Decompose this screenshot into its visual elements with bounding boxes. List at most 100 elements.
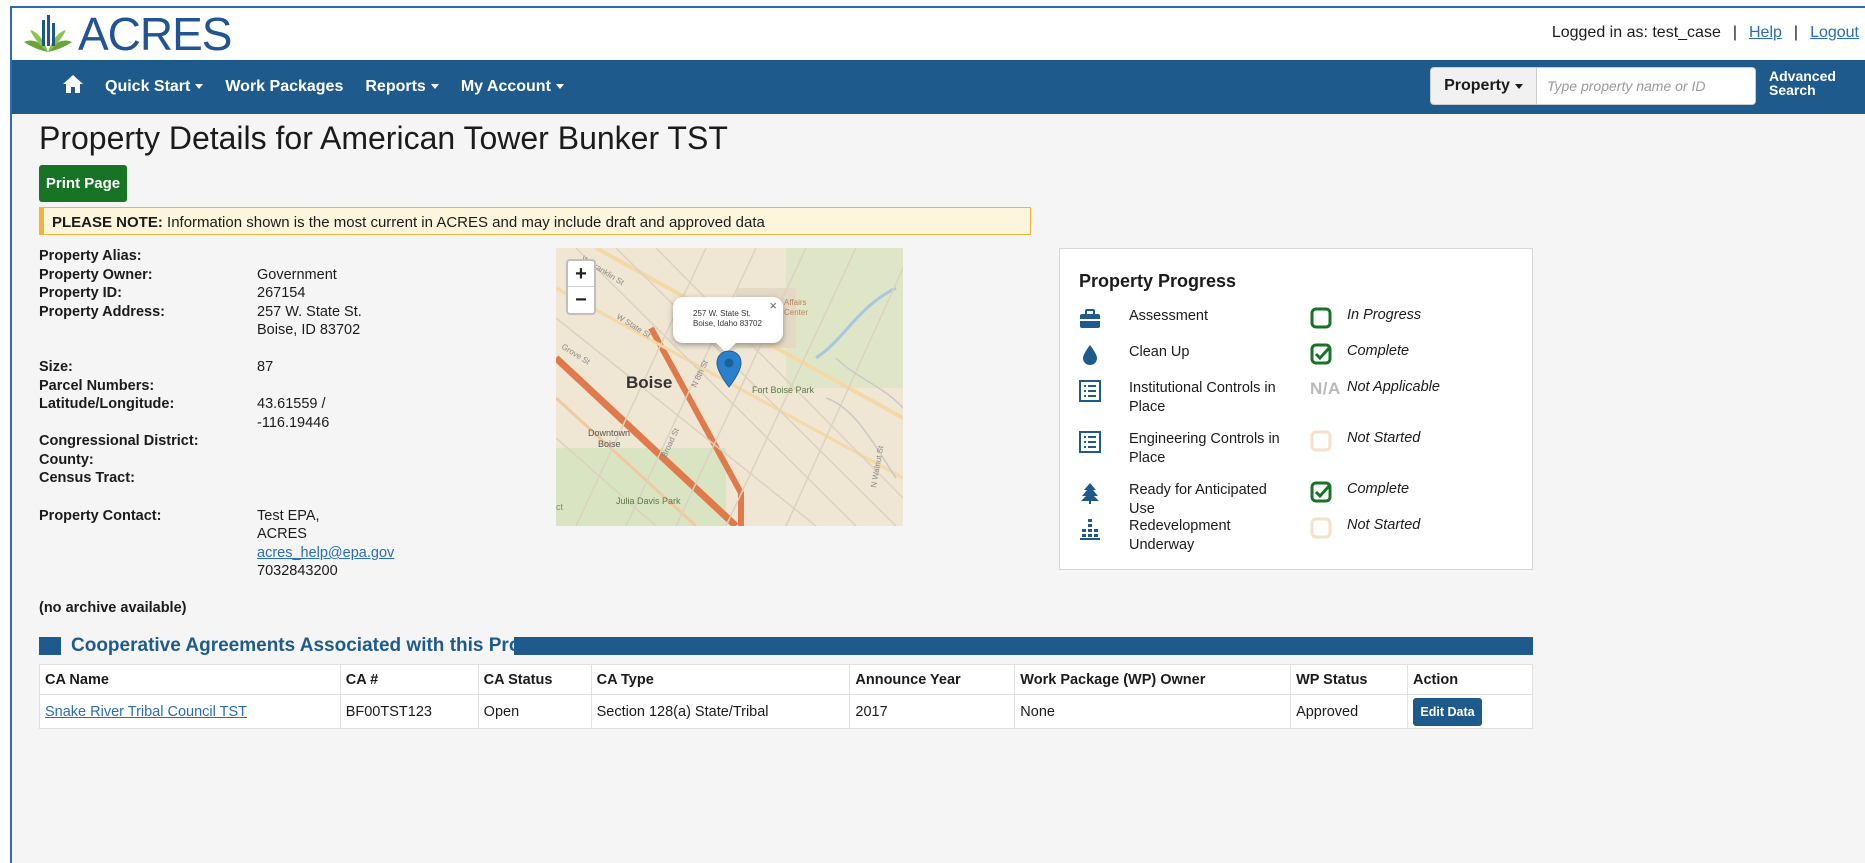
nav-quick-start[interactable]: Quick Start (105, 78, 204, 96)
cell-action: Edit Data (1407, 694, 1533, 729)
col-wp-status[interactable]: WP Status (1290, 664, 1408, 695)
nav-work-packages[interactable]: Work Packages (225, 78, 343, 96)
progress-status: Not Started (1347, 517, 1421, 533)
contact-line2: ACRES (257, 526, 307, 542)
help-link[interactable]: Help (1749, 24, 1782, 41)
size-row: Size: 87 (39, 359, 274, 375)
progress-status: Complete (1347, 481, 1410, 497)
not-started-icon (1310, 430, 1332, 452)
home-icon (63, 75, 83, 93)
list-icon (1079, 431, 1101, 453)
progress-label: Redevelopment Underway (1129, 518, 1231, 553)
zoom-out-button[interactable]: − (568, 287, 594, 313)
nav-reports[interactable]: Reports (365, 78, 439, 96)
advanced-search-link[interactable]: Advanced Search (1769, 69, 1836, 97)
longitude-value: -116.19446 (257, 415, 330, 431)
progress-label: Engineering Controls in Place (1129, 431, 1280, 466)
col-ca-type[interactable]: CA Type (590, 664, 851, 695)
map-label-park1: Fort Boise Park (752, 385, 815, 395)
nav-items: Quick Start Work Packages Reports My Acc… (105, 60, 586, 114)
latlong-row: Latitude/Longitude: 43.61559 / (39, 396, 326, 412)
latitude-value: 43.61559 / (257, 396, 326, 412)
cell-ca-number: BF00TST123 (339, 694, 479, 729)
col-announce-year[interactable]: Announce Year (849, 664, 1016, 695)
home-button[interactable] (62, 73, 84, 100)
map-label-park2: Julia Davis Park (616, 496, 681, 506)
edit-data-button[interactable]: Edit Data (1413, 697, 1482, 726)
address-line2: Boise, ID 83702 (257, 322, 361, 338)
app-frame: ACRES Logged in as: test_case | Help | Logou… (10, 6, 1865, 863)
address-line1: 257 W. State St. (257, 304, 362, 320)
progress-label: Ready for Anticipated Use (1129, 482, 1267, 517)
progress-status: Not Applicable (1347, 379, 1440, 395)
section-bar (514, 637, 1533, 655)
progress-status: Not Started (1347, 430, 1421, 446)
complete-check-icon (1310, 343, 1332, 365)
progress-label: Assessment (1129, 308, 1208, 324)
caret-down-icon (430, 84, 439, 90)
map-label-city: Boise (626, 373, 672, 392)
archive-note: (no archive available) (39, 600, 187, 616)
progress-status: Complete (1347, 343, 1410, 359)
popup-close-icon[interactable]: × (769, 299, 777, 312)
property-map[interactable]: Boise Fort Boise Park Downtown Boise Jul… (556, 248, 903, 526)
ca-table: CA Name CA # CA Status CA Type Announce … (39, 664, 1533, 729)
progress-label: Clean Up (1129, 344, 1190, 360)
notice-text: Information shown is the most current in… (162, 214, 765, 231)
building-icon (1080, 519, 1100, 540)
page-title: Property Details for American Tower Bunk… (39, 120, 728, 156)
map-marker-icon[interactable] (716, 350, 742, 388)
contact-line1: Test EPA, (257, 508, 320, 524)
acres-logo[interactable]: ACRES (20, 8, 232, 60)
ca-section-header: Cooperative Agreements Associated with t… (39, 635, 1533, 656)
census-row: Census Tract: (39, 470, 135, 486)
property-search-input[interactable] (1537, 67, 1756, 105)
id-row: Property ID: 267154 (39, 285, 306, 301)
map-zoom-control: + − (566, 259, 596, 315)
separator: | (1793, 24, 1799, 41)
header: ACRES Logged in as: test_case | Help | Logou… (12, 8, 1865, 60)
logout-link[interactable]: Logout (1810, 24, 1859, 41)
county-row: County: (39, 452, 94, 468)
search-type-dropdown[interactable]: Property (1430, 67, 1537, 105)
zoom-in-button[interactable]: + (568, 261, 594, 287)
progress-label: Institutional Controls in Place (1129, 380, 1276, 415)
ca-name-link[interactable]: Snake River Tribal Council TST (45, 704, 247, 720)
owner-row: Property Owner: Government (39, 267, 337, 283)
cell-wp-status: Approved (1290, 694, 1408, 729)
col-wp-owner[interactable]: Work Package (WP) Owner (1014, 664, 1292, 695)
cell-ca-status: Open (477, 694, 592, 729)
briefcase-icon (1080, 309, 1100, 328)
nav-my-account[interactable]: My Account (461, 78, 564, 96)
notice-banner: PLEASE NOTE: Information shown is the mo… (39, 207, 1031, 235)
alias-row: Property Alias: (39, 248, 142, 264)
caret-down-icon (1514, 83, 1523, 89)
main-navbar: Quick Start Work Packages Reports My Acc… (12, 60, 1865, 114)
leaf-logo-icon (24, 15, 72, 52)
col-ca-name[interactable]: CA Name (39, 664, 341, 695)
search-group: Property (1430, 67, 1756, 105)
map-label-affairs: Affairs (784, 298, 807, 307)
caret-down-icon (195, 84, 204, 90)
size-value: 87 (257, 359, 274, 375)
cell-ca-name: Snake River Tribal Council TST (39, 694, 341, 729)
logged-in-label: Logged in as: test_case (1551, 24, 1721, 41)
id-value: 267154 (257, 285, 306, 301)
print-page-button[interactable]: Print Page (39, 165, 127, 202)
progress-status: In Progress (1347, 307, 1422, 323)
contact-email-link[interactable]: acres_help@epa.gov (257, 545, 394, 561)
caret-down-icon (555, 84, 564, 90)
map-label-downtown1: Downtown (588, 428, 630, 438)
map-label-center: Center (784, 308, 808, 317)
address-row: Property Address: 257 W. State St. (39, 304, 362, 320)
not-applicable-icon: N/A (1310, 379, 1341, 398)
col-ca-status[interactable]: CA Status (477, 664, 592, 695)
col-ca-number[interactable]: CA # (339, 664, 479, 695)
contact-row: Property Contact: Test EPA, (39, 508, 320, 524)
notice-bold: PLEASE NOTE: (52, 214, 163, 231)
list-icon (1079, 380, 1101, 402)
section-bar (39, 637, 61, 655)
map-label-downtown2: Boise (598, 439, 621, 449)
owner-value: Government (257, 267, 337, 283)
logo-text: ACRES (78, 8, 232, 60)
